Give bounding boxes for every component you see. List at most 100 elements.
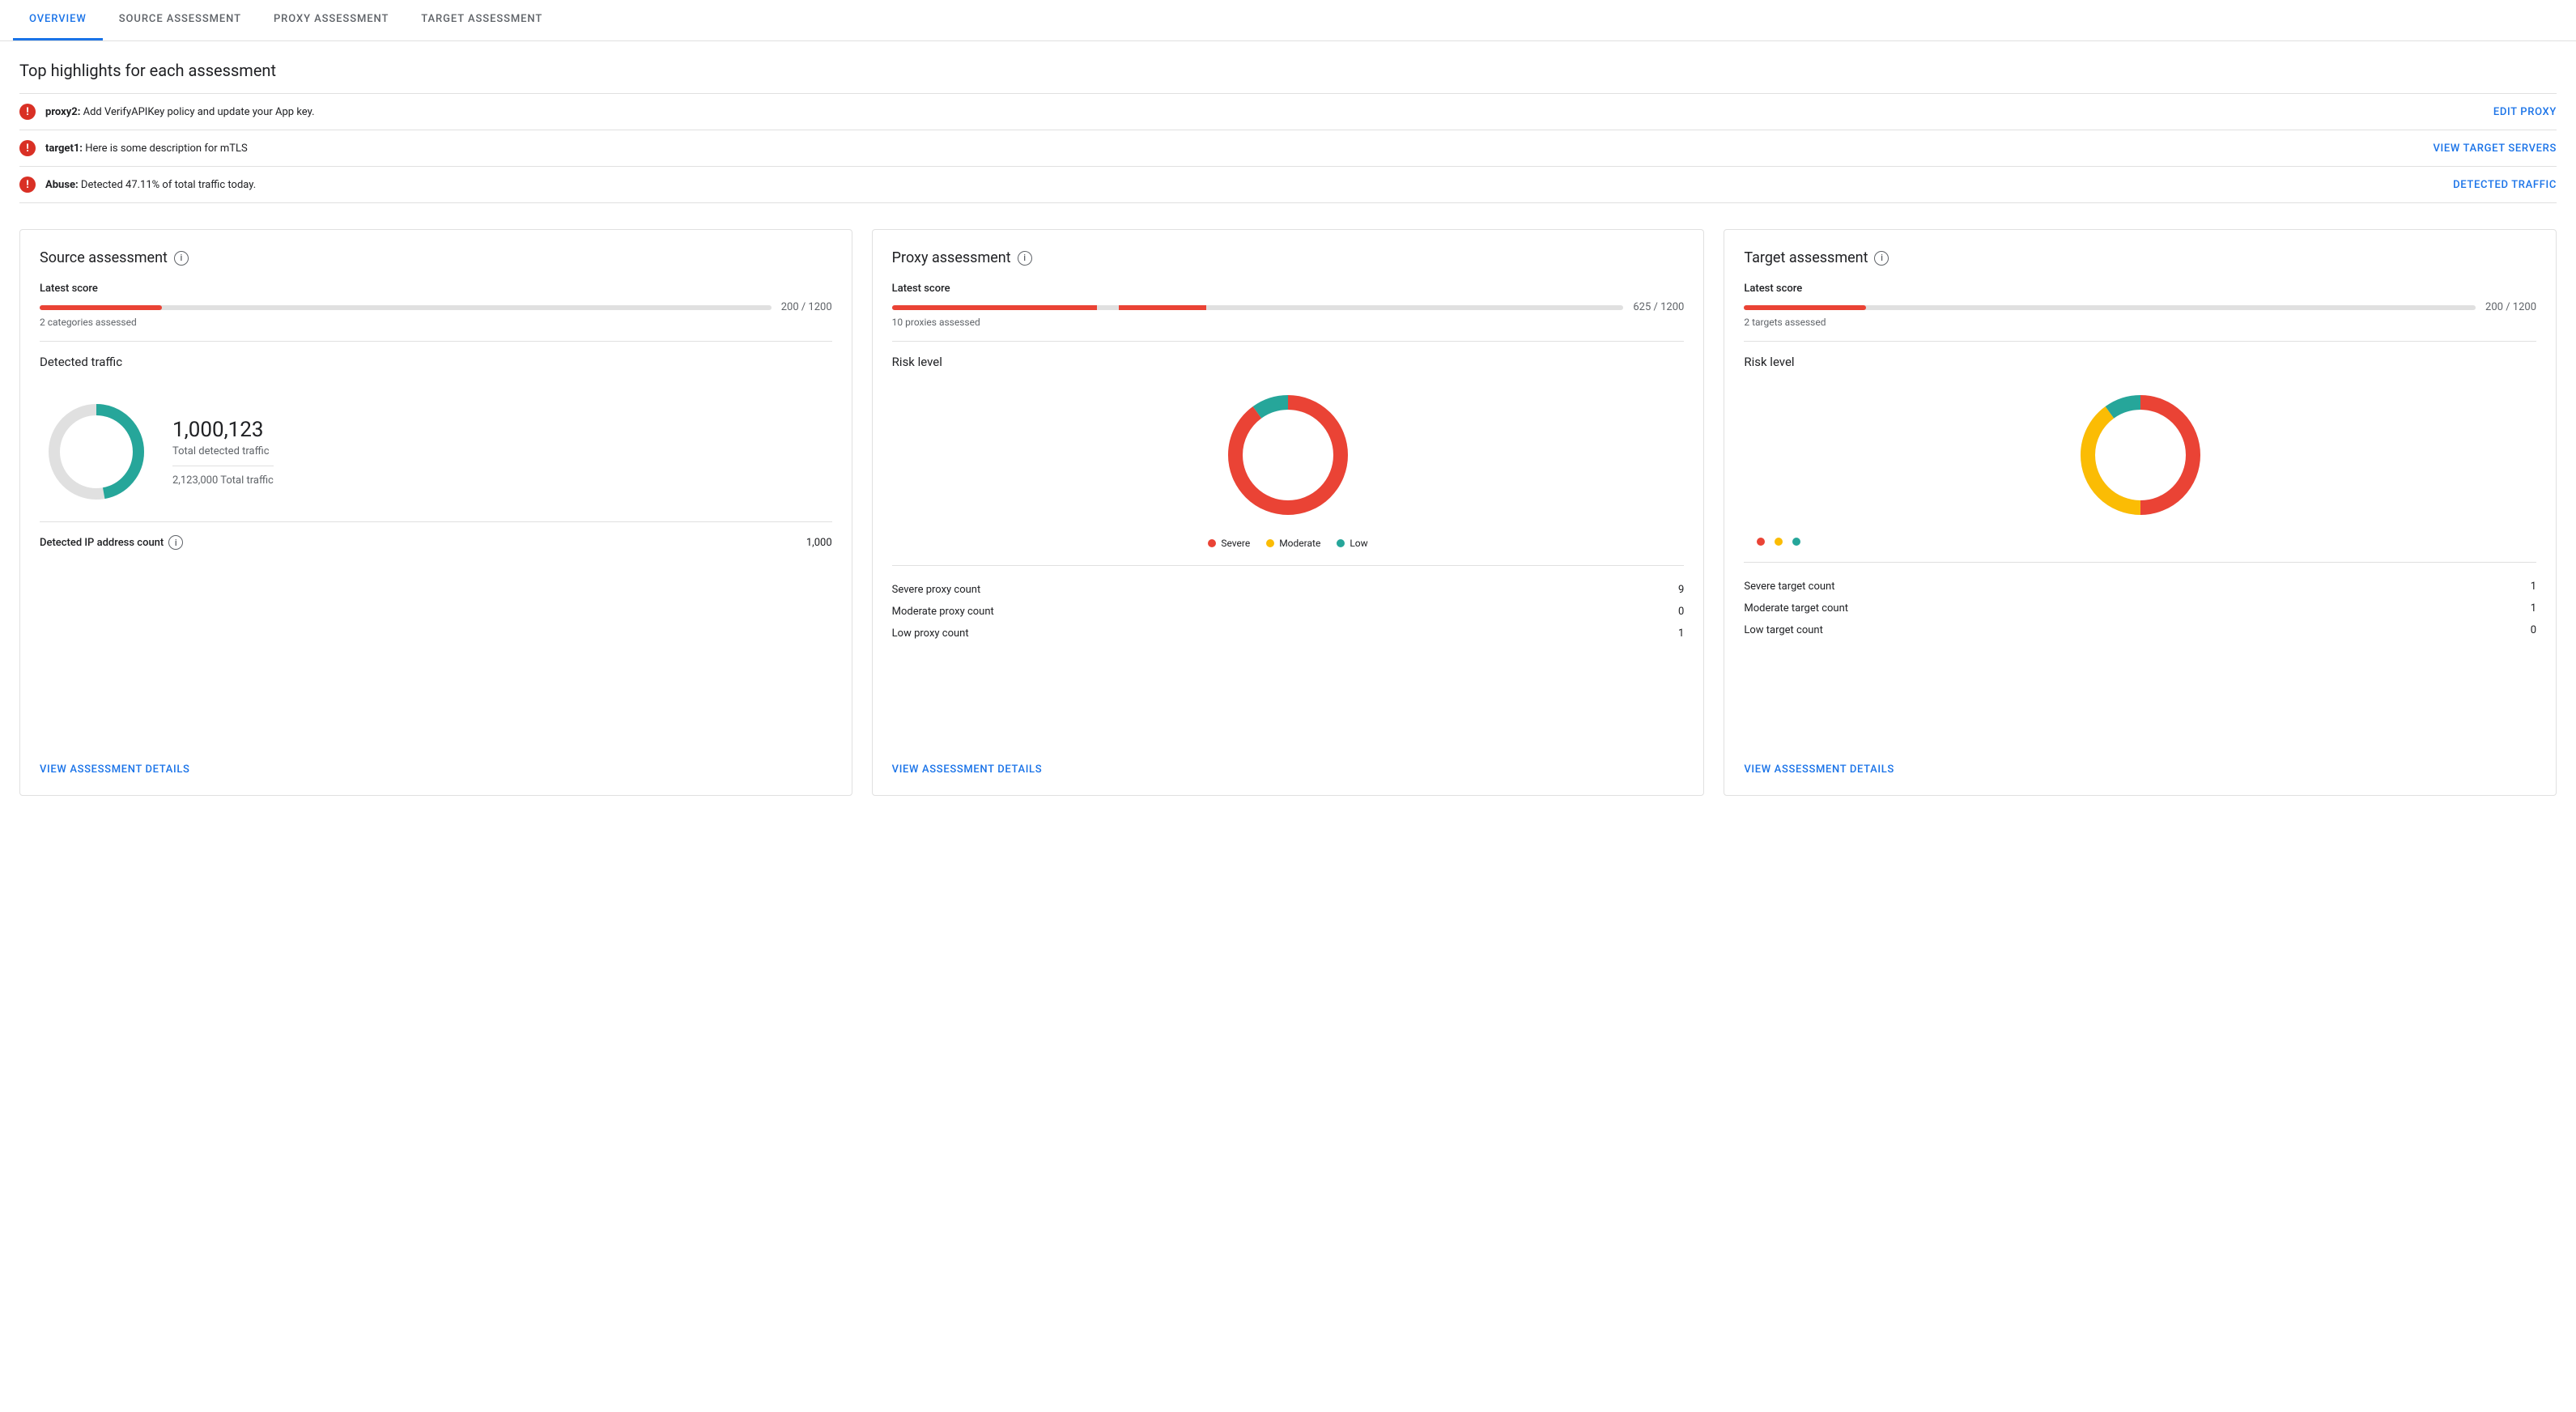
target-legend-low <box>1792 538 1800 546</box>
target-score-label: Latest score <box>1744 283 2536 295</box>
proxy-card: Proxy assessment i Latest score 625 / 12… <box>872 229 1705 796</box>
tab-overview[interactable]: OVERVIEW <box>13 0 103 40</box>
highlight-text-0: proxy2: Add VerifyAPIKey policy and upda… <box>45 106 315 118</box>
source-ip-label-text: Detected IP address count <box>40 537 164 549</box>
proxy-score-bar-container: 625 / 1200 <box>892 301 1685 313</box>
target-low-label: Low target count <box>1744 624 1823 636</box>
source-divider-1 <box>40 341 832 342</box>
tabs-nav: OVERVIEW SOURCE ASSESSMENT PROXY ASSESSM… <box>0 0 2576 41</box>
highlight-row-2: ! Abuse: Detected 47.11% of total traffi… <box>19 167 2557 203</box>
highlight-row-1: ! target1: Here is some description for … <box>19 130 2557 167</box>
tab-proxy-assessment[interactable]: PROXY ASSESSMENT <box>257 0 405 40</box>
source-traffic-label: Detected traffic <box>40 355 832 369</box>
target-legend-low-dot <box>1792 538 1800 546</box>
highlights-title: Top highlights for each assessment <box>19 61 2557 80</box>
proxy-low-value: 1 <box>1678 627 1684 640</box>
proxy-moderate-row: Moderate proxy count 0 <box>892 601 1685 623</box>
proxy-severe-label: Severe proxy count <box>892 584 981 596</box>
proxy-low-label: Low proxy count <box>892 627 969 640</box>
source-card-title: Source assessment i <box>40 249 832 266</box>
target-low-value: 0 <box>2531 624 2536 636</box>
proxy-legend-low-label: Low <box>1350 538 1367 549</box>
source-ip-value: 1,000 <box>806 537 832 549</box>
source-score-sub: 2 categories assessed <box>40 317 832 328</box>
target-legend-moderate <box>1775 538 1783 546</box>
proxy-info-icon[interactable]: i <box>1018 251 1032 266</box>
error-icon-2: ! <box>19 176 36 193</box>
proxy-low-row: Low proxy count 1 <box>892 623 1685 644</box>
highlight-text-2: Abuse: Detected 47.11% of total traffic … <box>45 179 256 191</box>
target-risk-legend <box>1744 538 2536 546</box>
target-score-sub: 2 targets assessed <box>1744 317 2536 328</box>
highlight-text-1: target1: Here is some description for mT… <box>45 142 248 155</box>
proxy-severe-value: 9 <box>1678 584 1684 596</box>
proxy-donut-chart <box>1215 382 1361 528</box>
source-traffic-total: 2,123,000 Total traffic <box>172 474 274 487</box>
tab-target-assessment[interactable]: TARGET ASSESSMENT <box>405 0 559 40</box>
source-title-text: Source assessment <box>40 249 168 266</box>
source-traffic-detected-label: Total detected traffic <box>172 445 274 457</box>
proxy-legend-moderate-dot <box>1266 539 1274 547</box>
target-severe-value: 1 <box>2531 581 2536 593</box>
proxy-score-bar <box>892 305 1624 310</box>
target-legend-severe <box>1757 538 1765 546</box>
proxy-legend-severe-label: Severe <box>1221 538 1250 549</box>
target-legend-moderate-dot <box>1775 538 1783 546</box>
source-view-details-link[interactable]: VIEW ASSESSMENT DETAILS <box>40 763 190 776</box>
highlight-left-2: ! Abuse: Detected 47.11% of total traffi… <box>19 176 256 193</box>
proxy-card-title: Proxy assessment i <box>892 249 1685 266</box>
proxy-severe-row: Severe proxy count 9 <box>892 579 1685 601</box>
proxy-legend-severe: Severe <box>1208 538 1250 549</box>
proxy-risk-stats: Severe proxy count 9 Moderate proxy coun… <box>892 565 1685 644</box>
source-score-label: Latest score <box>40 283 832 295</box>
source-score-fill <box>40 305 162 310</box>
highlight-left-1: ! target1: Here is some description for … <box>19 140 248 156</box>
source-score-bar <box>40 305 772 310</box>
tab-source-assessment[interactable]: SOURCE ASSESSMENT <box>103 0 257 40</box>
source-traffic-stats: 1,000,123 Total detected traffic 2,123,0… <box>172 418 274 487</box>
source-card: Source assessment i Latest score 200 / 1… <box>19 229 852 796</box>
proxy-title-text: Proxy assessment <box>892 249 1011 266</box>
target-low-row: Low target count 0 <box>1744 619 2536 641</box>
source-traffic-number: 1,000,123 <box>172 418 274 442</box>
target-card: Target assessment i Latest score 200 / 1… <box>1724 229 2557 796</box>
proxy-moderate-label: Moderate proxy count <box>892 606 994 618</box>
proxy-divider-1 <box>892 341 1685 342</box>
proxy-score-sub: 10 proxies assessed <box>892 317 1685 328</box>
proxy-legend-low: Low <box>1337 538 1367 549</box>
proxy-risk-label: Risk level <box>892 355 1685 369</box>
highlights-section: Top highlights for each assessment ! pro… <box>0 41 2576 210</box>
source-info-icon[interactable]: i <box>174 251 189 266</box>
proxy-legend-low-dot <box>1337 539 1345 547</box>
target-moderate-value: 1 <box>2531 602 2536 615</box>
error-icon-1: ! <box>19 140 36 156</box>
source-ip-count-row: Detected IP address count i 1,000 <box>40 521 832 563</box>
target-severe-row: Severe target count 1 <box>1744 576 2536 598</box>
proxy-risk-legend: Severe Moderate Low <box>892 538 1685 549</box>
target-divider-1 <box>1744 341 2536 342</box>
target-score-value: 200 / 1200 <box>2485 301 2536 313</box>
proxy-moderate-value: 0 <box>1678 606 1684 618</box>
target-card-title: Target assessment i <box>1744 249 2536 266</box>
source-score-bar-container: 200 / 1200 <box>40 301 832 313</box>
highlight-left-0: ! proxy2: Add VerifyAPIKey policy and up… <box>19 104 315 120</box>
proxy-donut-svg <box>1215 382 1361 528</box>
target-view-details-link[interactable]: VIEW ASSESSMENT DETAILS <box>1744 763 1894 776</box>
target-severe-label: Severe target count <box>1744 581 1834 593</box>
proxy-legend-moderate: Moderate <box>1266 538 1320 549</box>
highlight-link-1[interactable]: VIEW TARGET SERVERS <box>2433 142 2557 155</box>
proxy-score-value: 625 / 1200 <box>1633 301 1684 313</box>
proxy-view-details-link[interactable]: VIEW ASSESSMENT DETAILS <box>892 763 1043 776</box>
highlight-link-0[interactable]: EDIT PROXY <box>2493 106 2557 118</box>
error-icon-0: ! <box>19 104 36 120</box>
proxy-legend-moderate-label: Moderate <box>1279 538 1320 549</box>
proxy-legend-severe-dot <box>1208 539 1216 547</box>
source-donut-chart <box>40 395 153 508</box>
source-ip-info-icon[interactable]: i <box>168 535 183 550</box>
target-risk-label: Risk level <box>1744 355 2536 369</box>
target-risk-stats: Severe target count 1 Moderate target co… <box>1744 562 2536 641</box>
proxy-score-label: Latest score <box>892 283 1685 295</box>
highlight-link-2[interactable]: DETECTED TRAFFIC <box>2453 179 2557 191</box>
target-info-icon[interactable]: i <box>1874 251 1889 266</box>
target-moderate-label: Moderate target count <box>1744 602 1848 615</box>
